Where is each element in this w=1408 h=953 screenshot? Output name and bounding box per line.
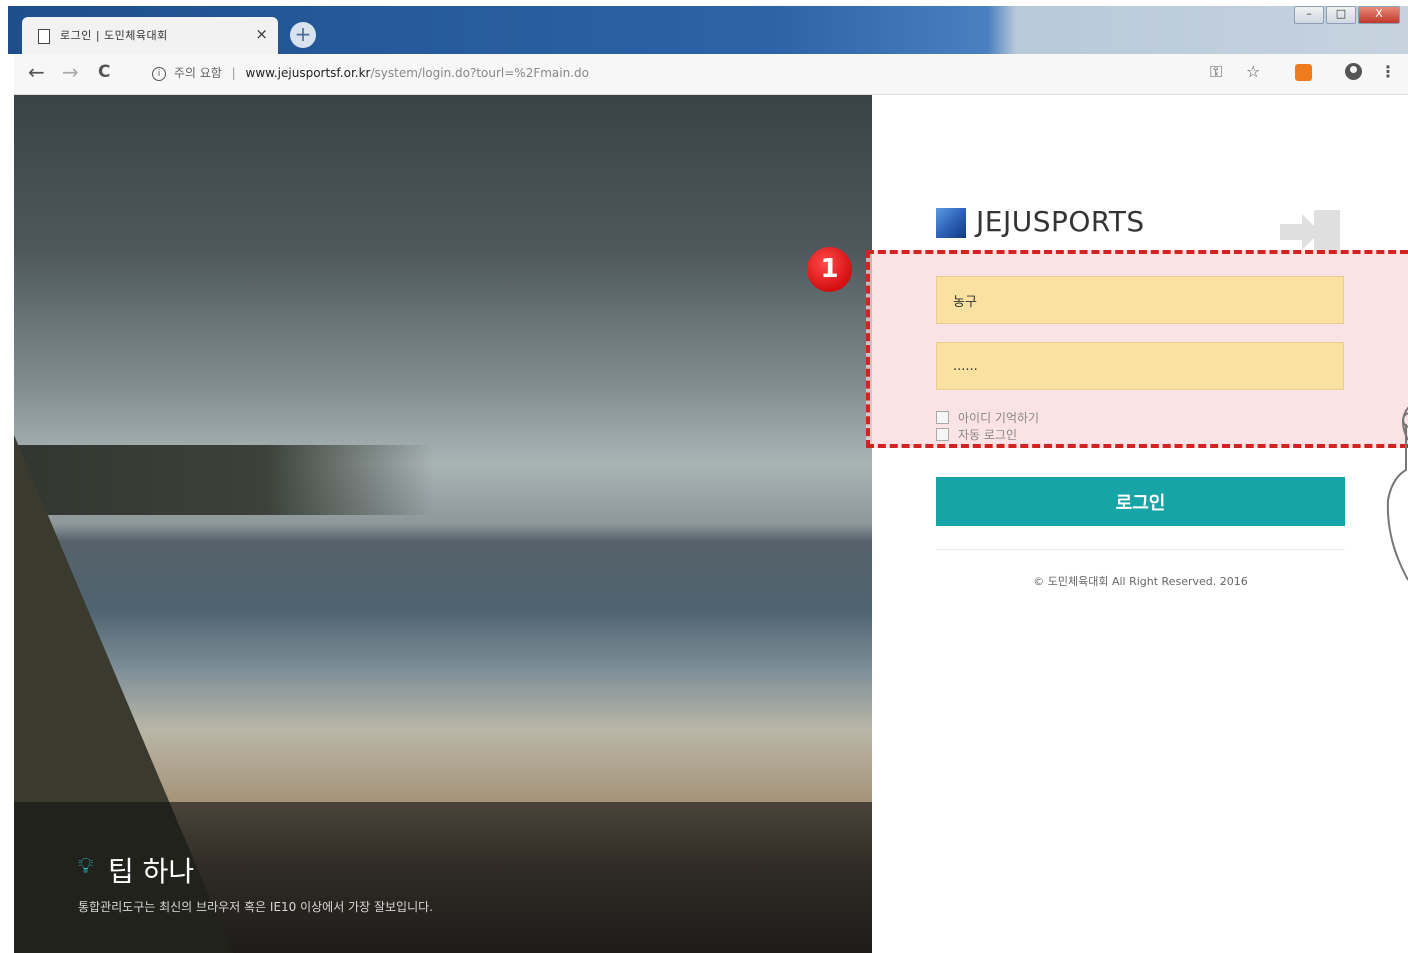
background-photo: 💡︎ 팁 하나 통합관리도구는 최신의 브라우저 혹은 IE10 이상에서 가장… (14, 95, 872, 953)
remember-id-option[interactable]: 아이디 기억하기 (936, 409, 1039, 426)
step-badge: 1 (807, 247, 852, 292)
maximize-button[interactable]: □ (1326, 6, 1356, 24)
brand-name: JEJUSPORTS (976, 205, 1145, 238)
extension-icon[interactable] (1295, 64, 1312, 81)
menu-icon[interactable]: ⋮ (1380, 62, 1396, 81)
minimize-button[interactable]: – (1294, 6, 1324, 24)
username-input[interactable] (936, 276, 1344, 324)
browser-tab[interactable]: 로그인 | 도민체육대회 × (22, 17, 278, 55)
tip-panel: 💡︎ 팁 하나 통합관리도구는 최신의 브라우저 혹은 IE10 이상에서 가장… (14, 802, 872, 953)
lightbulb-icon: 💡︎ (78, 854, 94, 879)
password-input[interactable] (936, 342, 1344, 390)
document-icon (38, 29, 50, 44)
brand-logo-icon (936, 208, 966, 238)
address-bar[interactable]: i 주의 요함 | www.jejusportsf.or.kr/system/l… (142, 60, 1292, 86)
url-path: /system/login.do?tourl=%2Fmain.do (370, 66, 589, 80)
close-window-button[interactable]: X (1358, 6, 1400, 24)
key-icon[interactable]: ⚿ (1210, 62, 1222, 82)
remember-id-checkbox[interactable] (936, 411, 949, 424)
divider (936, 549, 1345, 550)
back-button[interactable]: ← (28, 60, 45, 84)
forward-button[interactable]: → (62, 60, 79, 84)
copyright-text: © 도민체육대회 All Right Reserved. 2016 (1033, 575, 1248, 588)
browser-toolbar: ← → C i 주의 요함 | www.jejusportsf.or.kr/sy… (14, 54, 1408, 95)
reload-button[interactable]: C (98, 62, 110, 82)
tip-text: 통합관리도구는 최신의 브라우저 혹은 IE10 이상에서 가장 잘보입니다. (78, 900, 433, 914)
tab-close-icon[interactable]: × (255, 25, 268, 43)
info-icon[interactable]: i (152, 66, 166, 81)
star-icon[interactable]: ☆ (1246, 62, 1260, 81)
pointing-hand-icon (1386, 406, 1408, 581)
profile-icon[interactable] (1345, 63, 1362, 80)
auto-login-checkbox[interactable] (936, 428, 949, 441)
url-host: www.jejusportsf.or.kr (245, 66, 371, 80)
login-arrow-icon (1280, 210, 1340, 254)
auto-login-label: 자동 로그인 (958, 428, 1018, 442)
security-label: 주의 요함 (173, 66, 222, 80)
auto-login-option[interactable]: 자동 로그인 (936, 426, 1017, 443)
login-button[interactable]: 로그인 (936, 477, 1345, 526)
remember-id-label: 아이디 기억하기 (958, 411, 1040, 425)
tab-title: 로그인 | 도민체육대회 (60, 29, 168, 42)
tip-title: 팁 하나 (108, 855, 195, 888)
new-tab-button[interactable]: + (290, 22, 316, 48)
window-controls: – □ X (1292, 6, 1400, 24)
